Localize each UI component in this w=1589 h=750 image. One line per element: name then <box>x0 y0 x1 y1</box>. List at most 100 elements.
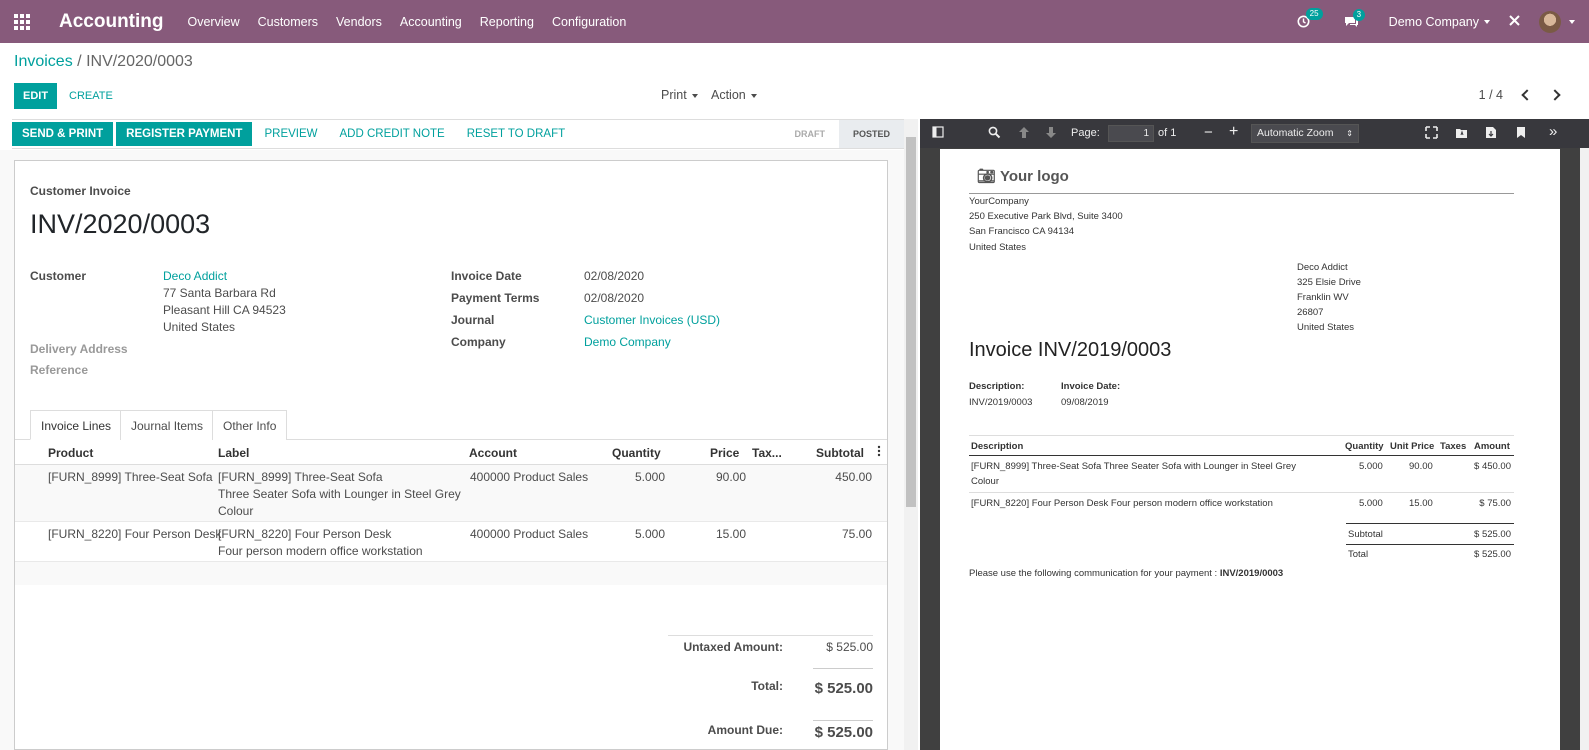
col-subtotal[interactable]: Subtotal <box>816 446 864 460</box>
form-scrollbar[interactable] <box>904 119 918 750</box>
menu-configuration[interactable]: Configuration <box>552 15 626 29</box>
row-label-line2: Three Seater Sofa with Lounger in Steel … <box>218 487 461 501</box>
row-label-line2: Four person modern office workstation <box>218 544 423 558</box>
table-row[interactable]: [FURN_8220] Four Person Desk [FURN_8220]… <box>15 522 887 562</box>
pager-next-icon[interactable] <box>1549 89 1561 101</box>
open-file-icon[interactable] <box>1455 126 1469 142</box>
company-link[interactable]: Demo Company <box>584 335 671 349</box>
row-product: [FURN_8999] Three-Seat Sofa <box>48 470 213 484</box>
pdf-row-unit-price: 90.00 <box>1409 461 1433 472</box>
table-row-empty <box>15 562 887 585</box>
pdf-subtotal-label: Subtotal <box>1348 529 1383 540</box>
form-scrollbar-thumb[interactable] <box>906 137 916 507</box>
create-button[interactable]: CREATE <box>69 83 113 109</box>
menu-customers[interactable]: Customers <box>258 15 318 29</box>
sidebar-toggle-icon[interactable] <box>932 126 944 141</box>
logo-placeholder: 📷︎ Your logo <box>977 167 1069 185</box>
menu-overview[interactable]: Overview <box>188 15 240 29</box>
menu-reporting[interactable]: Reporting <box>480 15 534 29</box>
pager-previous-icon[interactable] <box>1521 89 1533 101</box>
row-subtotal: 450.00 <box>835 470 872 484</box>
row-label: [FURN_8999] Three-Seat Sofa <box>218 470 383 484</box>
row-price: 15.00 <box>715 527 746 541</box>
notebook-tabs: Invoice Lines Journal Items Other Info <box>15 410 887 440</box>
amount-due-label: Amount Due: <box>707 723 783 737</box>
main-menu: Overview Customers Vendors Accounting Re… <box>188 15 627 29</box>
breadcrumb-separator: / <box>77 53 82 70</box>
reset-to-draft-button[interactable]: RESET TO DRAFT <box>457 122 575 146</box>
pdf-description-value: INV/2019/0003 <box>969 397 1033 408</box>
optional-columns-icon[interactable] <box>877 444 881 461</box>
send-print-button[interactable]: SEND & PRINT <box>12 122 114 146</box>
company-line: YourCompany <box>969 196 1029 207</box>
bookmark-icon[interactable] <box>1516 126 1526 142</box>
invoice-number-title: INV/2020/0003 <box>30 209 211 239</box>
zoom-out-icon[interactable]: − <box>1204 124 1213 141</box>
payment-terms-label: Payment Terms <box>451 291 540 305</box>
company-switcher[interactable]: Demo Company <box>1389 15 1490 29</box>
total-divider <box>1346 544 1514 545</box>
pdf-date-value: 09/08/2019 <box>1061 397 1109 408</box>
journal-label: Journal <box>451 313 495 327</box>
customer-link[interactable]: Deco Addict <box>163 269 227 283</box>
menu-vendors[interactable]: Vendors <box>336 15 382 29</box>
pdf-col-taxes: Taxes <box>1440 441 1467 452</box>
print-dropdown[interactable]: Print <box>661 88 698 102</box>
row-subtotal: 75.00 <box>841 527 872 541</box>
debug-tools-icon[interactable] <box>1508 14 1521 30</box>
zoom-in-icon[interactable]: + <box>1229 123 1238 141</box>
next-page-icon[interactable] <box>1045 126 1057 142</box>
pdf-scrollbar[interactable] <box>1580 148 1589 750</box>
tab-journal-items[interactable]: Journal Items <box>120 410 215 440</box>
app-title[interactable]: Accounting <box>59 11 164 33</box>
action-dropdown[interactable]: Action <box>711 88 757 102</box>
pdf-toolbar: Page: 1 of 1 − + Automatic Zoom ⇕ » <box>920 119 1589 148</box>
tab-other-info[interactable]: Other Info <box>212 410 288 440</box>
zoom-select[interactable]: Automatic Zoom ⇕ <box>1251 124 1359 143</box>
table-row[interactable]: [FURN_8999] Three-Seat Sofa [FURN_8999] … <box>15 465 887 522</box>
user-menu[interactable] <box>1539 10 1575 33</box>
tools-menu-icon[interactable]: » <box>1549 123 1557 140</box>
tab-invoice-lines[interactable]: Invoice Lines <box>30 410 123 440</box>
status-step-draft: DRAFT <box>780 120 839 148</box>
status-steps: DRAFT POSTED <box>780 120 904 148</box>
download-icon[interactable] <box>1485 126 1497 142</box>
pdf-total-value: $ 525.00 <box>1474 549 1511 560</box>
row-account: 400000 Product Sales <box>470 470 589 484</box>
pager-value: 1 / 4 <box>1478 88 1503 102</box>
untaxed-amount-label: Untaxed Amount: <box>683 640 783 654</box>
pdf-communication-text: Please use the following communication f… <box>969 568 1218 579</box>
menu-accounting[interactable]: Accounting <box>400 15 462 29</box>
col-account[interactable]: Account <box>469 446 517 460</box>
presentation-mode-icon[interactable] <box>1425 126 1438 142</box>
activity-icon[interactable]: 25 <box>1297 8 1323 28</box>
journal-link[interactable]: Customer Invoices (USD) <box>584 313 720 327</box>
row-label: [FURN_8220] Four Person Desk <box>218 527 392 541</box>
apps-menu-icon[interactable] <box>0 0 44 43</box>
pdf-date-label: Invoice Date: <box>1061 381 1121 392</box>
col-product[interactable]: Product <box>48 446 93 460</box>
messages-icon[interactable]: 3 <box>1344 8 1366 28</box>
header-divider <box>969 193 1514 194</box>
edit-button[interactable]: EDIT <box>14 83 58 109</box>
preview-button[interactable]: PREVIEW <box>254 122 327 146</box>
col-price[interactable]: Price <box>710 446 739 460</box>
register-payment-button[interactable]: REGISTER PAYMENT <box>116 122 253 146</box>
add-credit-note-button[interactable]: ADD CREDIT NOTE <box>330 122 455 146</box>
table-header: Product Label Account Quantity Price Tax… <box>15 441 887 465</box>
totals-divider <box>668 635 873 636</box>
pdf-col-quantity: Quantity <box>1345 441 1384 452</box>
page-number-input[interactable]: 1 <box>1108 125 1154 142</box>
previous-page-icon[interactable] <box>1018 126 1030 142</box>
col-label[interactable]: Label <box>218 446 249 460</box>
avatar <box>1539 10 1561 33</box>
breadcrumb-invoices-link[interactable]: Invoices <box>14 53 73 70</box>
invoice-form-sheet: Customer Invoice INV/2020/0003 Customer … <box>14 160 888 750</box>
col-quantity[interactable]: Quantity <box>612 446 661 460</box>
find-icon[interactable] <box>988 126 1001 142</box>
reference-label: Reference <box>30 363 89 377</box>
pager: 1 / 4 <box>1478 88 1561 102</box>
pdf-payment-communication: Please use the following communication f… <box>969 568 1283 579</box>
table-top-divider <box>969 435 1514 436</box>
col-taxes[interactable]: Tax... <box>752 446 782 460</box>
